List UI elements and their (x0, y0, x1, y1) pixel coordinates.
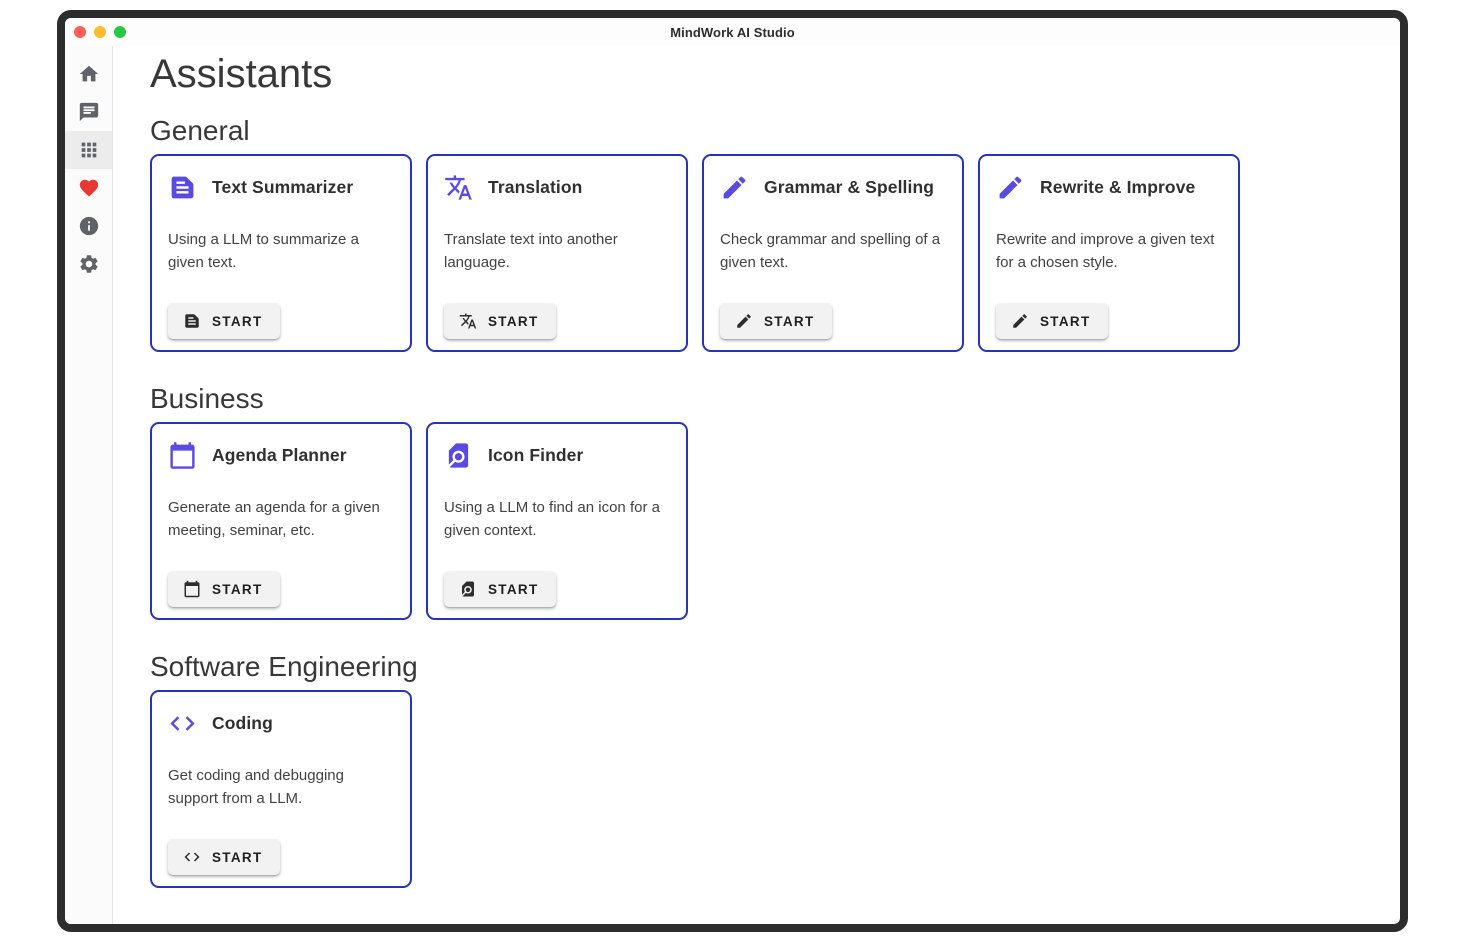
card-header: Grammar & Spelling (720, 173, 946, 202)
card-header: Agenda Planner (168, 441, 394, 470)
card-title: Rewrite & Improve (1040, 177, 1195, 198)
card-title: Coding (212, 713, 273, 734)
window-body: Assistants General Text Summarizer Using… (65, 46, 1400, 924)
pencil-icon (735, 312, 753, 330)
icon-search-icon (459, 580, 477, 598)
section-heading: Business (150, 380, 1376, 418)
apps-icon (78, 139, 100, 161)
section-heading: Software Engineering (150, 648, 1376, 686)
main-content: Assistants General Text Summarizer Using… (113, 46, 1400, 924)
info-icon (78, 215, 100, 237)
card-grid: Agenda Planner Generate an agenda for a … (150, 422, 1376, 620)
sidebar (65, 46, 113, 924)
card-description: Translate text into another language. (444, 229, 670, 274)
sidebar-item-assistants[interactable] (65, 131, 112, 169)
card-header: Rewrite & Improve (996, 173, 1222, 202)
card-agenda-planner: Agenda Planner Generate an agenda for a … (150, 422, 412, 620)
card-description: Rewrite and improve a given text for a c… (996, 229, 1222, 274)
start-button-label: START (488, 314, 539, 329)
start-button[interactable]: START (444, 571, 556, 607)
start-button[interactable]: START (720, 303, 832, 339)
card-grammar-spelling: Grammar & Spelling Check grammar and spe… (702, 154, 964, 352)
chat-icon (78, 101, 100, 123)
section-software-engineering: Software Engineering Coding Get coding a… (150, 648, 1376, 888)
card-icon-finder: Icon Finder Using a LLM to find an icon … (426, 422, 688, 620)
start-button-label: START (212, 314, 263, 329)
window-controls (74, 26, 126, 38)
card-coding: Coding Get coding and debugging support … (150, 690, 412, 888)
code-icon (168, 709, 197, 738)
card-translation: Translation Translate text into another … (426, 154, 688, 352)
gear-icon (78, 253, 100, 275)
zoom-window-button[interactable] (114, 26, 126, 38)
card-header: Icon Finder (444, 441, 670, 470)
card-description: Get coding and debugging support from a … (168, 765, 394, 810)
minimize-window-button[interactable] (94, 26, 106, 38)
sidebar-item-chats[interactable] (65, 93, 112, 131)
card-header: Translation (444, 173, 670, 202)
section-business: Business Agenda Planner Generate an agen… (150, 380, 1376, 620)
card-description: Using a LLM to summarize a given text. (168, 229, 394, 274)
section-general: General Text Summarizer Using a LLM to s… (150, 112, 1376, 352)
card-title: Text Summarizer (212, 177, 353, 198)
pencil-icon (720, 173, 749, 202)
sidebar-item-about[interactable] (65, 207, 112, 245)
start-button[interactable]: START (996, 303, 1108, 339)
start-button-label: START (212, 850, 263, 865)
start-button[interactable]: START (168, 839, 280, 875)
sidebar-item-favorites[interactable] (65, 169, 112, 207)
titlebar: MindWork AI Studio (65, 18, 1400, 46)
app-window: MindWork AI Studio Assistants General Te… (57, 10, 1408, 932)
sidebar-item-settings[interactable] (65, 245, 112, 283)
page-title: Assistants (150, 50, 1376, 98)
close-window-button[interactable] (74, 26, 86, 38)
translate-icon (459, 312, 477, 330)
text-snippet-icon (168, 173, 197, 202)
calendar-icon (168, 441, 197, 470)
card-description: Check grammar and spelling of a given te… (720, 229, 946, 274)
sidebar-item-home[interactable] (65, 55, 112, 93)
card-header: Coding (168, 709, 394, 738)
card-grid: Coding Get coding and debugging support … (150, 690, 1376, 888)
card-grid: Text Summarizer Using a LLM to summarize… (150, 154, 1376, 352)
section-heading: General (150, 112, 1376, 150)
card-rewrite-improve: Rewrite & Improve Rewrite and improve a … (978, 154, 1240, 352)
home-icon (78, 63, 100, 85)
code-icon (183, 848, 201, 866)
pencil-icon (996, 173, 1025, 202)
icon-search-icon (444, 441, 473, 470)
start-button-label: START (212, 582, 263, 597)
card-title: Translation (488, 177, 582, 198)
card-title: Agenda Planner (212, 445, 347, 466)
heart-icon (78, 177, 100, 199)
start-button[interactable]: START (168, 303, 280, 339)
card-description: Generate an agenda for a given meeting, … (168, 497, 394, 542)
card-description: Using a LLM to find an icon for a given … (444, 497, 670, 542)
card-title: Grammar & Spelling (764, 177, 934, 198)
start-button-label: START (1040, 314, 1091, 329)
window-title: MindWork AI Studio (670, 25, 795, 40)
start-button-label: START (764, 314, 815, 329)
calendar-icon (183, 580, 201, 598)
card-header: Text Summarizer (168, 173, 394, 202)
start-button-label: START (488, 582, 539, 597)
sections-container: General Text Summarizer Using a LLM to s… (150, 112, 1376, 888)
start-button[interactable]: START (444, 303, 556, 339)
card-text-summarizer: Text Summarizer Using a LLM to summarize… (150, 154, 412, 352)
pencil-icon (1011, 312, 1029, 330)
translate-icon (444, 173, 473, 202)
card-title: Icon Finder (488, 445, 583, 466)
start-button[interactable]: START (168, 571, 280, 607)
text-snippet-icon (183, 312, 201, 330)
